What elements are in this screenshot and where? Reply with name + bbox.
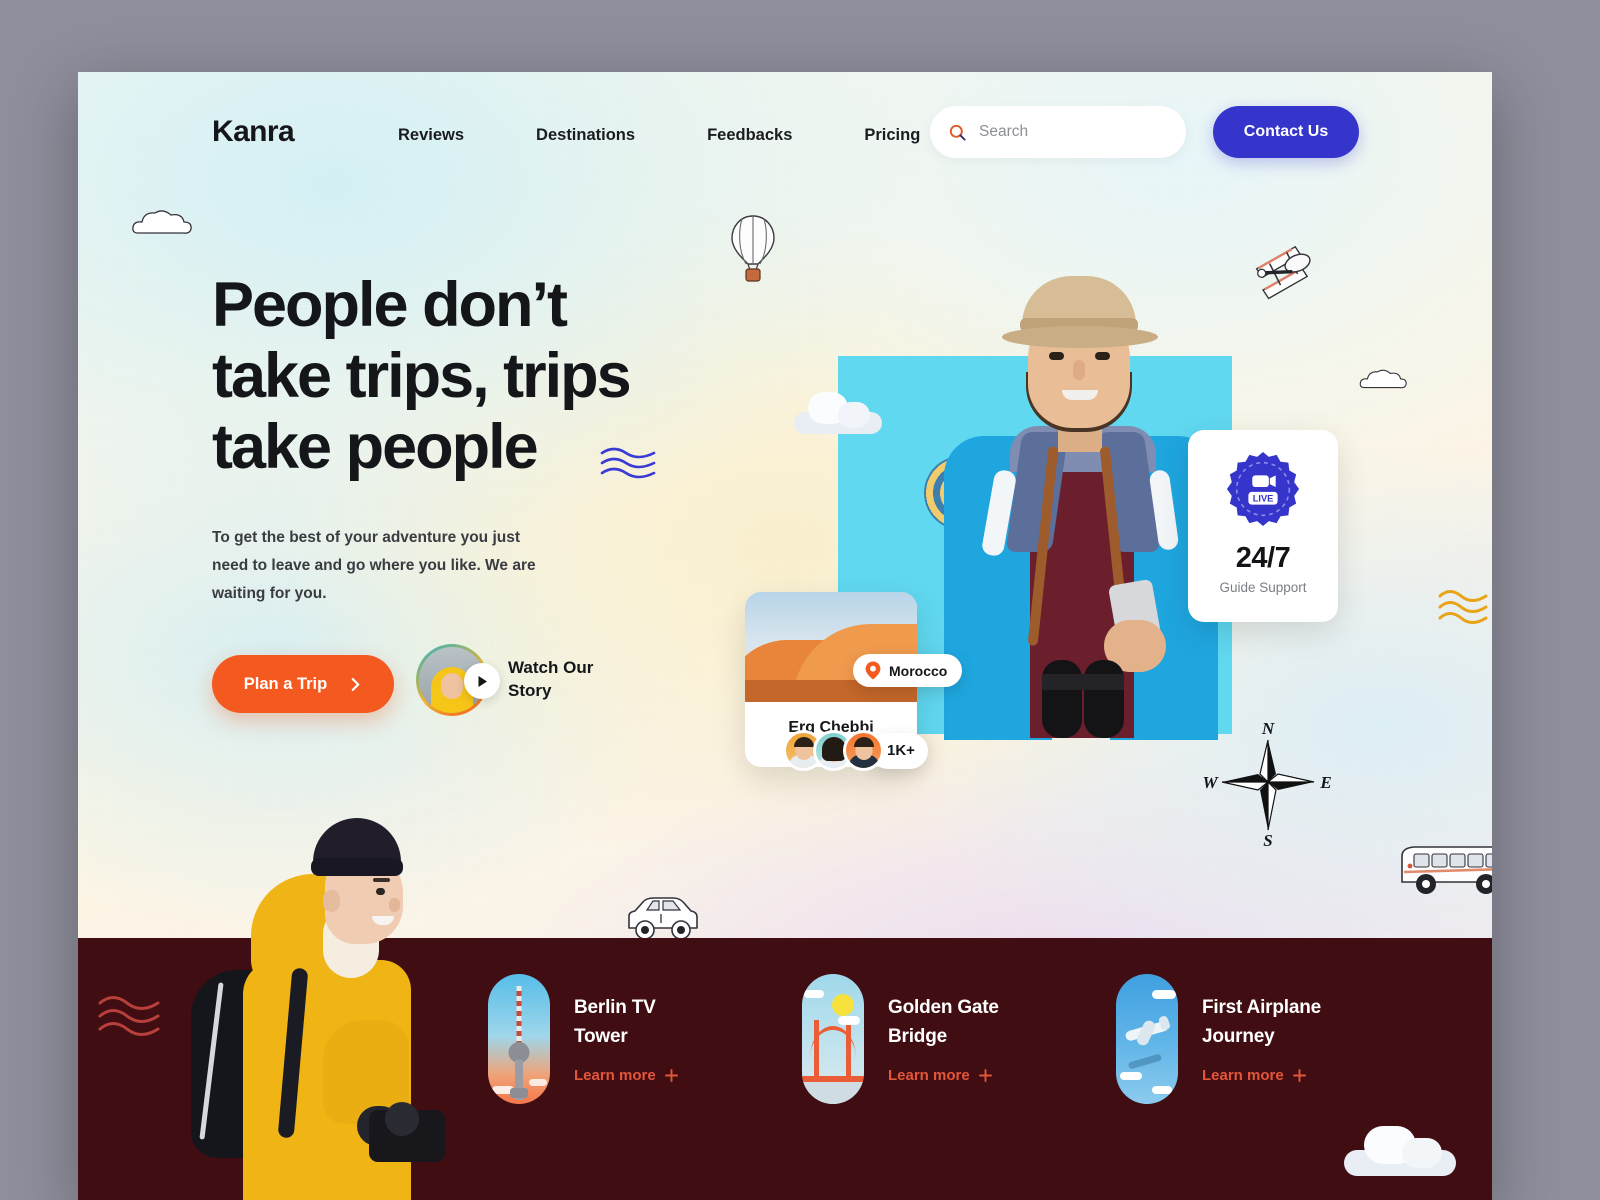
destination-card[interactable]: Berlin TV Tower Learn more (488, 974, 696, 1104)
watch-story-line-1: Watch Our (508, 658, 594, 678)
cloud-3d-decoration (1344, 1126, 1456, 1176)
learn-more-label: Learn more (888, 1067, 970, 1084)
learn-more-link[interactable]: Learn more (1202, 1067, 1324, 1084)
landing-page-artboard: Kanra Reviews Destinations Feedbacks Pri… (78, 72, 1492, 1200)
plan-a-trip-button[interactable]: Plan a Trip (212, 655, 394, 713)
map-pin-icon (865, 661, 881, 680)
bus-doodle-icon (1401, 846, 1492, 894)
learn-more-link[interactable]: Learn more (574, 1067, 696, 1084)
plus-icon (978, 1069, 992, 1082)
destination-title-line-2: Journey (1202, 1025, 1275, 1047)
chevron-right-icon (351, 677, 360, 691)
cloud-doodle-icon (1359, 369, 1407, 389)
top-navigation-bar: Kanra Reviews Destinations Feedbacks Pri… (78, 72, 1492, 212)
headline-line-3: take people (212, 412, 539, 483)
learn-more-label: Learn more (1202, 1067, 1284, 1084)
destination-card-text: Golden Gate Bridge Learn more (888, 994, 1010, 1084)
destination-card-text: Berlin TV Tower Learn more (574, 994, 696, 1084)
avatar (843, 730, 884, 771)
brand-logo[interactable]: Kanra (212, 115, 295, 149)
learn-more-link[interactable]: Learn more (888, 1067, 1010, 1084)
nav-link-feedbacks[interactable]: Feedbacks (707, 126, 792, 145)
search-icon (949, 124, 966, 141)
hero-headline: People don’t take trips, trips take peop… (212, 270, 772, 484)
destination-title: Golden Gate Bridge (888, 994, 1010, 1051)
wave-lines-blue-icon (600, 447, 656, 479)
live-badge-label: LIVE (1253, 494, 1274, 504)
watch-story-line-2: Story (508, 681, 552, 700)
destination-preview-card[interactable]: Erg Chebbi Morocco 1K+ (745, 592, 963, 771)
wave-lines-yellow-icon (1438, 590, 1488, 624)
story-avatar (416, 644, 500, 716)
plus-icon (664, 1069, 678, 1082)
destination-title-line-2: Bridge (888, 1025, 947, 1047)
cloud-3d-decoration (794, 390, 882, 434)
destination-cards-row: Berlin TV Tower Learn more Golden Gate B… (488, 974, 1324, 1104)
nav-links: Reviews Destinations Feedbacks Pricing (398, 126, 920, 145)
support-label: Guide Support (1219, 580, 1307, 595)
compass-rose-icon: N W E S (1202, 719, 1331, 850)
hero-subtitle: To get the best of your adventure you ju… (212, 529, 536, 603)
destination-title-line-2: Tower (574, 1025, 628, 1047)
member-avatars: 1K+ (783, 730, 928, 771)
airplane-journey-thumb (1116, 974, 1178, 1104)
cloud-doodle-icon (132, 210, 192, 234)
destination-title: Berlin TV Tower (574, 994, 696, 1051)
location-pill[interactable]: Morocco (853, 654, 963, 687)
play-icon[interactable] (464, 663, 500, 699)
car-doodle-icon (628, 897, 698, 940)
search-input[interactable] (979, 123, 1159, 141)
watch-our-story-button[interactable]: Watch Our Story (416, 644, 608, 716)
contact-us-button[interactable]: Contact Us (1213, 106, 1359, 158)
nav-link-destinations[interactable]: Destinations (536, 126, 635, 145)
destination-title-line-1: Berlin TV (574, 997, 656, 1018)
destination-card[interactable]: Golden Gate Bridge Learn more (802, 974, 1010, 1104)
plan-a-trip-label: Plan a Trip (243, 674, 328, 693)
destination-card[interactable]: First Airplane Journey Learn more (1116, 974, 1324, 1104)
compass-north-label: N (1261, 719, 1275, 738)
nav-link-reviews[interactable]: Reviews (398, 126, 464, 145)
destination-title-line-1: Golden Gate (888, 997, 999, 1018)
photographer-photo (173, 810, 445, 1200)
location-label: Morocco (889, 662, 948, 679)
learn-more-label: Learn more (574, 1067, 656, 1084)
destination-card-text: First Airplane Journey Learn more (1202, 994, 1324, 1084)
wave-lines-red-icon (98, 996, 160, 1036)
headline-line-1: People don’t (212, 270, 568, 340)
watch-our-story-label: Watch Our Story (508, 657, 608, 703)
headline-line-2: take trips, trips (212, 341, 632, 412)
guide-support-card: LIVE 24/7 Guide Support (1188, 430, 1338, 622)
nav-link-pricing[interactable]: Pricing (864, 126, 920, 145)
live-badge-icon: LIVE (1226, 451, 1300, 527)
search-box[interactable] (930, 106, 1186, 158)
destination-title: First Airplane Journey (1202, 994, 1324, 1051)
support-value: 24/7 (1235, 542, 1291, 574)
destination-title-line-1: First Airplane (1202, 997, 1321, 1018)
compass-south-label: S (1263, 831, 1272, 850)
berlin-tv-tower-thumb (488, 974, 550, 1104)
compass-west-label: W (1202, 773, 1219, 792)
biplane-icon (1255, 245, 1311, 300)
plus-icon (1292, 1069, 1306, 1082)
compass-east-label: E (1319, 773, 1331, 792)
golden-gate-bridge-thumb (802, 974, 864, 1104)
